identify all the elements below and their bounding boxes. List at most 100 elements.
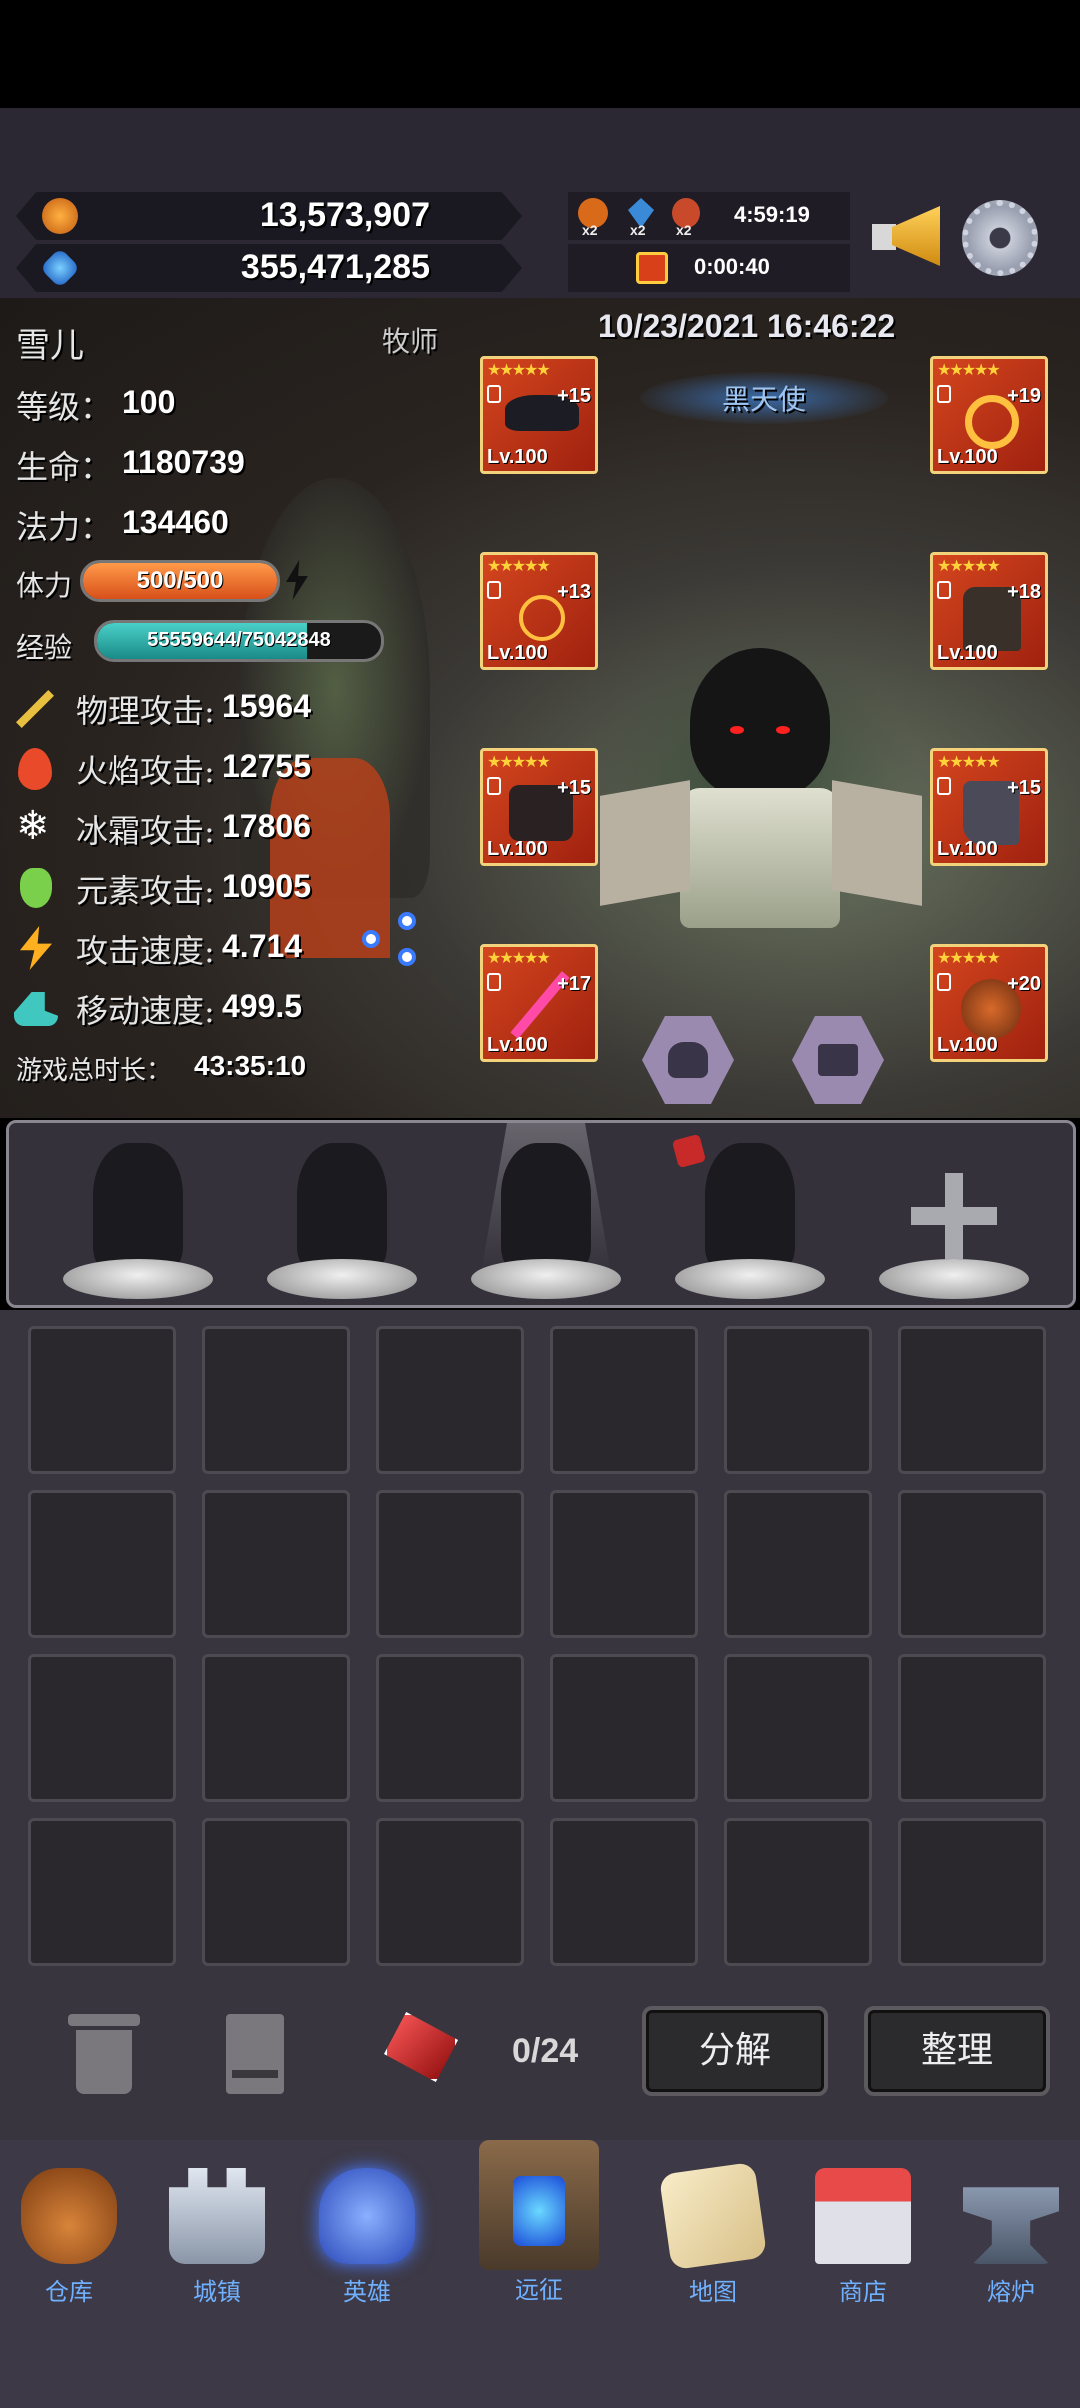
skills-book-button[interactable]: [792, 1016, 884, 1104]
shop-icon: [815, 2168, 911, 2264]
inventory-slot[interactable]: [724, 1326, 872, 1474]
equip-slot-ring[interactable]: ★★★★★ +19 Lv.100: [930, 356, 1048, 474]
nav-heroes[interactable]: 英雄: [302, 2168, 432, 2307]
snowflake-icon: ❄: [16, 804, 50, 848]
gold-bar: 13,573,907: [16, 192, 522, 240]
equip-slot-helmet[interactable]: ★★★★★ +15 Lv.100: [480, 356, 598, 474]
inventory-slot[interactable]: [28, 1818, 176, 1966]
stat-frost-label: 冰霜攻击:: [76, 812, 215, 850]
settings-gear-icon[interactable]: [962, 200, 1038, 276]
exp-bar: 55559644/75042848: [94, 620, 384, 662]
equip-slot-armor[interactable]: ★★★★★ +18 Lv.100: [930, 552, 1048, 670]
nav-label: 仓库: [45, 2278, 93, 2306]
nav-map[interactable]: 地图: [648, 2161, 778, 2307]
nav-label: 英雄: [343, 2278, 391, 2306]
inventory-slot[interactable]: [724, 1490, 872, 1638]
inventory-slot[interactable]: [202, 1490, 350, 1638]
inventory-slot[interactable]: [550, 1654, 698, 1802]
gold-amount: 13,573,907: [259, 196, 430, 234]
playtime-label: 游戏总时长：: [16, 1056, 173, 1086]
add-hero-slot[interactable]: [879, 1133, 1029, 1303]
book-button[interactable]: [226, 2014, 284, 2094]
stat-fire-label: 火焰攻击:: [76, 752, 215, 790]
inventory-slot[interactable]: [898, 1654, 1046, 1802]
inventory-slot[interactable]: [898, 1326, 1046, 1474]
inventory-slot[interactable]: [898, 1490, 1046, 1638]
inventory-slot[interactable]: [28, 1326, 176, 1474]
playtime-value: 43:35:10: [194, 1050, 307, 1081]
gold-coin-icon: [42, 198, 78, 234]
exp-label: 经验: [16, 631, 73, 664]
gem-icon: [39, 247, 81, 289]
inventory-slot[interactable]: [376, 1818, 524, 1966]
equip-slot-staff[interactable]: ★★★★★ +17 Lv.100: [480, 944, 598, 1062]
inventory-slot[interactable]: [724, 1654, 872, 1802]
inventory-slot[interactable]: [550, 1818, 698, 1966]
muscle-icon: [668, 1042, 708, 1078]
equip-stars: ★★★★★: [487, 950, 551, 967]
team-hero-slot-1[interactable]: [63, 1133, 213, 1303]
lock-icon: [487, 777, 501, 795]
equip-plus: +15: [1007, 777, 1041, 799]
skin-name: 黑天使: [722, 383, 807, 416]
stamina-label: 体力: [16, 569, 73, 602]
portal-icon: [479, 2140, 599, 2270]
hero-book-right: [832, 780, 922, 906]
lightning-icon: [20, 926, 52, 970]
fire-icon: [18, 748, 52, 790]
nav-shop[interactable]: 商店: [798, 2168, 928, 2307]
nav-forge[interactable]: 熔炉: [946, 2168, 1076, 2307]
equip-slot-boots[interactable]: ★★★★★ +15 Lv.100: [930, 748, 1048, 866]
trash-button[interactable]: [68, 2014, 140, 2096]
stat-physical-value: 15964: [222, 688, 311, 724]
inventory-slot[interactable]: [376, 1326, 524, 1474]
equip-slot-gloves[interactable]: ★★★★★ +15 Lv.100: [480, 748, 598, 866]
team-hero-slot-2[interactable]: [267, 1133, 417, 1303]
team-hero-slot-4[interactable]: [671, 1133, 825, 1303]
team-hero-slot-3-selected[interactable]: [471, 1123, 621, 1303]
hero-portrait: [705, 1143, 795, 1273]
inventory-slot[interactable]: [724, 1818, 872, 1966]
equip-plus: +15: [557, 385, 591, 407]
equip-level: Lv.100: [487, 642, 548, 664]
equip-slot-amulet[interactable]: ★★★★★ +13 Lv.100: [480, 552, 598, 670]
boost-timer-panel[interactable]: x2 x2 x2 4:59:19: [568, 192, 850, 240]
gift-timer-panel[interactable]: 0:00:40: [568, 244, 850, 292]
hero-class: 牧师: [382, 325, 439, 358]
inventory-slot[interactable]: [28, 1654, 176, 1802]
sword-icon: [16, 690, 54, 728]
equip-level: Lv.100: [937, 642, 998, 664]
anvil-icon: [963, 2187, 1059, 2264]
inventory-slot[interactable]: [28, 1490, 176, 1638]
nav-town[interactable]: 城镇: [152, 2168, 282, 2307]
lock-icon: [487, 973, 501, 991]
inventory-slot[interactable]: [550, 1490, 698, 1638]
gem-bar: 355,471,285: [16, 244, 522, 292]
level-value: 100: [122, 384, 176, 420]
inventory-slot[interactable]: [202, 1654, 350, 1802]
inventory-slot[interactable]: [202, 1326, 350, 1474]
equip-plus: +19: [1007, 385, 1041, 407]
sort-button[interactable]: 整理: [864, 2006, 1050, 2096]
inventory-slot[interactable]: [202, 1818, 350, 1966]
equip-slot-shield[interactable]: ★★★★★ +20 Lv.100: [930, 944, 1048, 1062]
announcement-button[interactable]: [872, 204, 948, 268]
strength-button[interactable]: [642, 1016, 734, 1104]
lock-icon: [937, 385, 951, 403]
nav-expedition[interactable]: 远征: [474, 2140, 604, 2305]
status-bar: [0, 0, 1080, 108]
stat-element-value: 10905: [222, 868, 311, 904]
inventory-slot[interactable]: [376, 1490, 524, 1638]
notification-badge: [671, 1133, 707, 1169]
decompose-button[interactable]: 分解: [642, 2006, 828, 2096]
inventory-slot[interactable]: [898, 1818, 1046, 1966]
nav-warehouse[interactable]: 仓库: [4, 2168, 134, 2307]
nav-label: 熔炉: [987, 2278, 1035, 2306]
inventory-grid: [28, 1326, 1046, 1966]
pedestal: [267, 1259, 417, 1299]
inventory-slot[interactable]: [376, 1654, 524, 1802]
boost-timer: 4:59:19: [734, 202, 810, 227]
pedestal: [675, 1259, 825, 1299]
pedestal: [879, 1259, 1029, 1299]
inventory-slot[interactable]: [550, 1326, 698, 1474]
